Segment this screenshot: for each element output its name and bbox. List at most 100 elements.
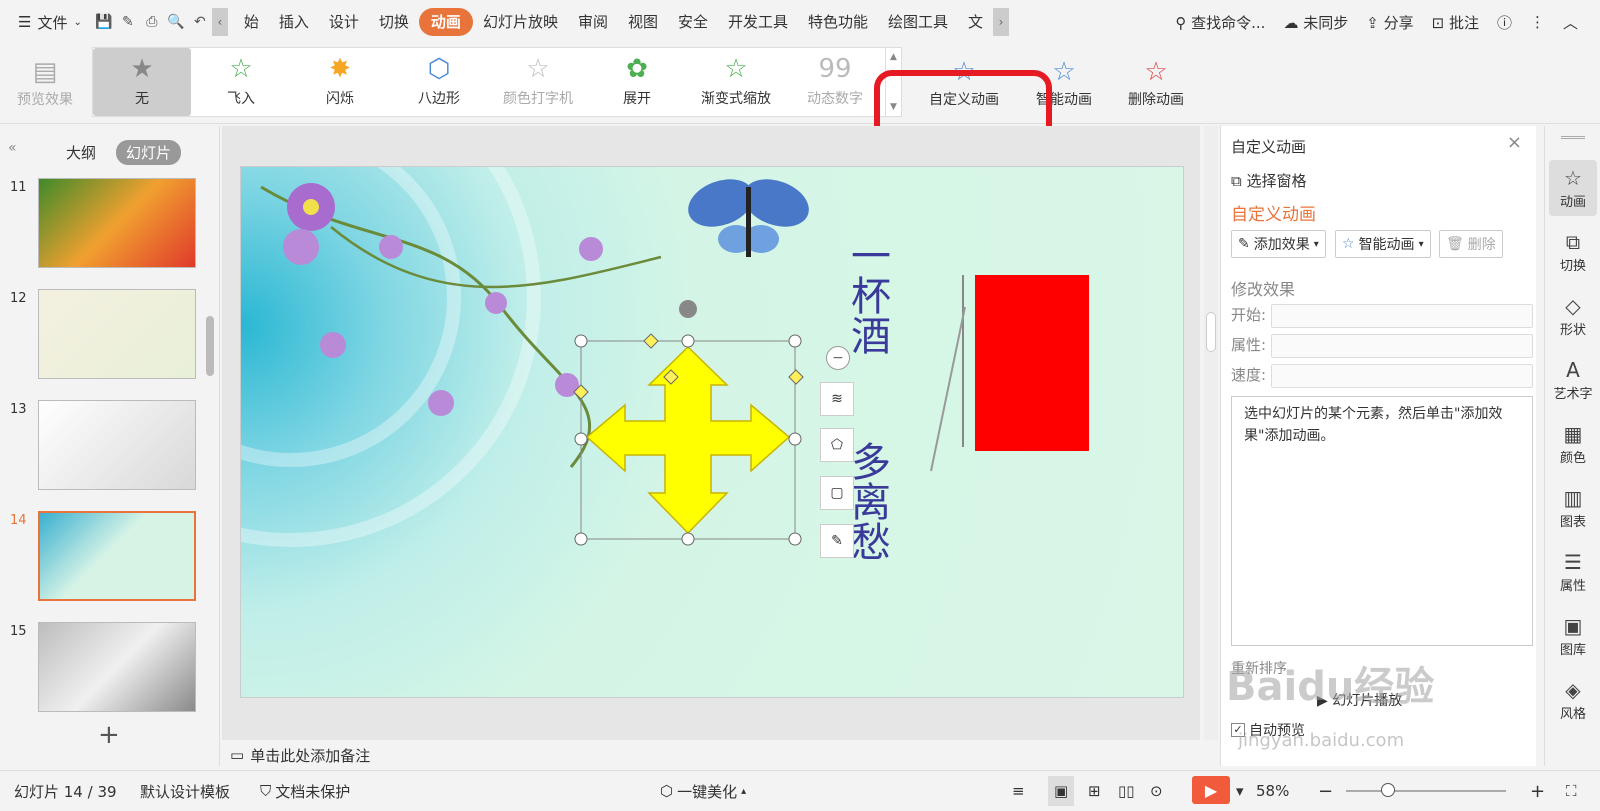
layers-icon[interactable]: ≋ [820,382,854,416]
help-icon[interactable]: ⓘ [1497,12,1512,33]
resize-handle[interactable] [681,334,695,348]
sync-button[interactable]: ☁ 未同步 [1283,12,1348,33]
four-arrow-shape[interactable] [585,345,791,535]
speed-select[interactable] [1271,364,1533,388]
print-icon[interactable]: ⎙ [140,10,164,34]
adjust-handle[interactable] [788,369,804,385]
tab-outline[interactable]: 大纲 [56,140,106,165]
tab-slides[interactable]: 幻灯片 [116,140,182,165]
start-select[interactable] [1271,304,1533,328]
save-icon[interactable]: 💾 [92,10,116,34]
resize-handle[interactable] [681,532,695,546]
collapse-toolbar-icon[interactable]: − [826,346,850,370]
poem-line-1[interactable]: 一杯酒 [844,235,890,355]
sidebar-item-1[interactable]: ⧉ 切换 [1549,224,1597,280]
preview-effect-button[interactable]: ▤ 预览效果 [10,44,80,124]
tab-0[interactable]: 始 [234,8,269,36]
sidebar-item-3[interactable]: A 艺术字 [1549,352,1597,408]
animation-gallery-item[interactable]: ☆ 渐变式缩放 [687,48,785,116]
animation-gallery-item[interactable]: ☆ 颜色打字机 [489,48,587,116]
notes-toggle-icon[interactable]: ≡ [1012,771,1025,811]
tab-9[interactable]: 开发工具 [718,8,798,36]
resize-handle[interactable] [574,532,588,546]
collapse-ribbon-icon[interactable]: ︿ [1563,12,1578,33]
canvas-scroll-thumb[interactable] [1206,312,1216,352]
select-pane-link[interactable]: ⧉ 选择窗格 [1231,170,1307,191]
sidebar-item-2[interactable]: ◇ 形状 [1549,288,1597,344]
comment-button[interactable]: ⊡ 批注 [1432,12,1479,33]
resize-handle[interactable] [788,532,802,546]
sidebar-item-0[interactable]: ☆ 动画 [1549,160,1597,216]
tab-1[interactable]: 插入 [269,8,319,36]
document-protection[interactable]: ⛉ 文档未保护 [260,771,350,811]
search-command[interactable]: ⚲ 查找命令... [1175,12,1265,33]
animation-gallery-item[interactable]: 99 动态数字 [786,48,884,116]
beautify-button[interactable]: ⬡ 一键美化 ▴ [660,771,746,811]
resize-handle[interactable] [574,432,588,446]
add-slide-button[interactable]: + [98,720,120,750]
animation-gallery-item[interactable]: ☆ 飞入 [192,48,290,116]
smart-animation-panel-button[interactable]: ☆ 智能动画 ▾ [1335,230,1431,258]
close-icon[interactable]: × [1507,132,1522,153]
normal-view-icon[interactable]: ▣ [1048,776,1075,806]
tab-11[interactable]: 绘图工具 [878,8,958,36]
resize-handle[interactable] [788,432,802,446]
tab-5[interactable]: 幻灯片放映 [473,8,568,36]
tab-2[interactable]: 设计 [319,8,369,36]
tab-12[interactable]: 文 [958,8,993,36]
tabs-scroll-left-button[interactable]: ‹ [211,8,228,36]
play-options-icon[interactable]: ▾ [1236,771,1244,811]
reading-view-icon[interactable]: ▯▯ [1118,771,1135,811]
file-menu[interactable]: ☰ 文件 ⌄ [0,12,92,33]
slide-thumbnail[interactable] [38,178,196,268]
undo-icon[interactable]: ↶ [188,10,212,34]
animation-list[interactable]: 选中幻灯片的某个元素，然后单击"添加效果"添加动画。 [1231,396,1533,646]
delete-button[interactable]: 🗑 删除 [1439,230,1503,258]
tab-3[interactable]: 切换 [369,8,419,36]
outline-icon[interactable]: ▢ [820,476,854,510]
tab-6[interactable]: 审阅 [568,8,618,36]
animation-gallery-item[interactable]: ✸ 闪烁 [291,48,389,116]
tab-8[interactable]: 安全 [668,8,718,36]
add-effect-button[interactable]: ✎ 添加效果 ▾ [1231,230,1326,258]
sorter-view-icon[interactable]: ⊞ [1088,771,1101,811]
share-button[interactable]: ⇪ 分享 [1366,12,1413,33]
shape-fill-icon[interactable]: ⬠ [820,428,854,462]
red-rectangle-shape[interactable] [975,275,1089,451]
animation-gallery-item[interactable]: ✿ 展开 [588,48,686,116]
slide-thumbnail[interactable] [38,622,196,712]
print-preview-icon[interactable]: 🔍 [164,10,188,34]
sidebar-item-8[interactable]: ◈ 风格 [1549,672,1597,728]
tab-4[interactable]: 动画 [418,8,473,36]
delete-animation-button[interactable]: ☆ 删除动画 [1118,44,1194,124]
slide-thumbnail[interactable] [38,400,196,490]
tab-10[interactable]: 特色功能 [798,8,878,36]
zoom-slider-thumb[interactable] [1380,783,1395,797]
slide-thumbnail[interactable] [38,289,196,379]
zoom-in-button[interactable]: + [1530,771,1545,811]
zoom-level[interactable]: 58% [1256,771,1289,811]
animation-gallery-item[interactable]: ★ 无 [93,48,191,116]
pen-icon[interactable]: ✎ [820,524,854,558]
notes-bar[interactable]: ▭ 单击此处添加备注 [222,740,1200,770]
sidebar-item-4[interactable]: ▦ 颜色 [1549,416,1597,472]
canvas-scrollbar[interactable] [1204,126,1218,740]
animation-gallery-item[interactable]: ⬡ 八边形 [390,48,488,116]
format-painter-icon[interactable]: ✎ [116,10,140,34]
sidebar-item-5[interactable]: ▥ 图表 [1549,480,1597,536]
resize-handle[interactable] [788,334,802,348]
tab-7[interactable]: 视图 [618,8,668,36]
rotate-handle-icon[interactable] [679,300,697,318]
presenter-view-icon[interactable]: ⊙ [1150,771,1163,811]
slide-thumbnail[interactable] [38,511,196,601]
resize-handle[interactable] [574,334,588,348]
zoom-out-button[interactable]: − [1318,771,1333,811]
adjust-handle[interactable] [643,333,659,349]
thumbs-scrollbar[interactable] [206,316,214,376]
play-slideshow-button[interactable]: ▶ [1192,776,1230,804]
zoom-slider-track[interactable] [1346,790,1506,792]
sidebar-item-6[interactable]: ☰ 属性 [1549,544,1597,600]
design-template[interactable]: 默认设计模板 [140,771,230,811]
sidebar-item-7[interactable]: ▣ 图库 [1549,608,1597,664]
sidebar-handle[interactable] [1561,136,1585,139]
